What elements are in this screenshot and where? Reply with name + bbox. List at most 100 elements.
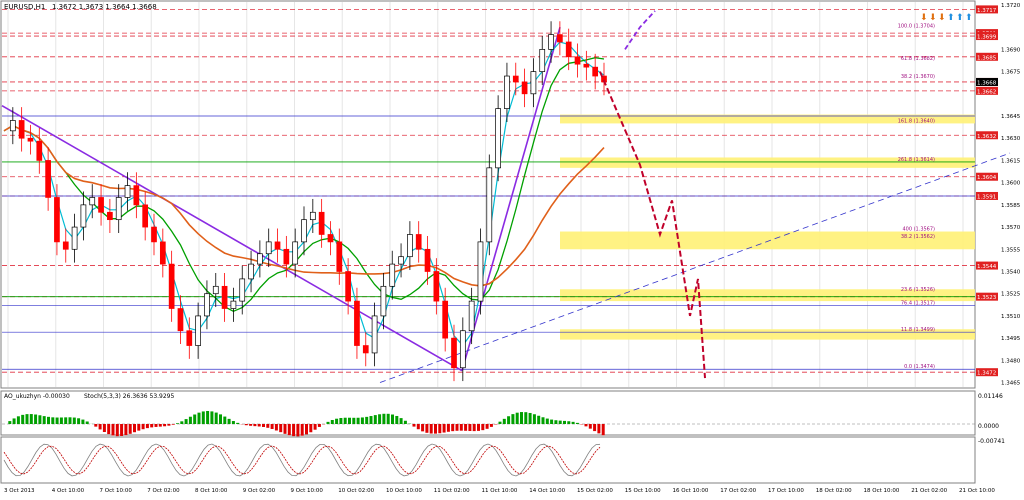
ao-bar: [47, 417, 50, 424]
ao-bar: [503, 419, 506, 424]
ao-bar: [447, 424, 450, 432]
ao-bar: [301, 424, 304, 436]
candle-body: [443, 301, 448, 338]
ao-bar: [56, 418, 59, 424]
ao-bar: [533, 414, 536, 424]
candle-body: [46, 160, 51, 197]
fib-label: 261.8 (1.3614): [898, 157, 935, 163]
ao-bar: [339, 418, 342, 424]
price-scale-label: 1.3630: [1001, 136, 1021, 142]
ao-bar: [516, 413, 519, 424]
ao-bar: [344, 418, 347, 424]
ao-bar: [167, 424, 170, 426]
candle-body: [522, 82, 527, 94]
time-tick-label: 3 Oct 2013: [4, 488, 35, 494]
ao-bar: [438, 424, 441, 433]
ao-bar: [266, 424, 269, 428]
ao-bar: [21, 415, 24, 424]
ao-bar: [189, 417, 192, 424]
candle-body: [116, 197, 121, 219]
time-tick-label: 21 Oct 02:00: [911, 488, 947, 494]
candle-body: [363, 346, 368, 353]
svg-text:⬇: ⬇: [929, 13, 937, 23]
ao-bar: [64, 417, 67, 424]
candle-body: [169, 264, 174, 308]
price-scale-label: 1.3465: [1001, 381, 1021, 387]
ao-bar: [253, 424, 256, 426]
time-tick-label: 11 Oct 10:00: [482, 488, 518, 494]
time-tick-label: 17 Oct 10:00: [768, 488, 804, 494]
ao-bar: [86, 421, 89, 424]
candle-body: [540, 49, 545, 71]
time-tick-label: 9 Oct 10:00: [291, 488, 324, 494]
price-level-label: 1.3544: [977, 264, 997, 270]
ao-bar: [374, 415, 377, 424]
ao-bar: [232, 421, 235, 424]
ao-bar: [219, 414, 222, 424]
fib-label: 38.2 (1.3562): [901, 234, 935, 240]
fib-label: 38.2 (1.3670): [901, 74, 935, 80]
ao-bar: [511, 414, 514, 424]
time-axis-layer: 3 Oct 20134 Oct 10:007 Oct 10:007 Oct 02…: [4, 488, 995, 494]
candle-body: [328, 234, 333, 241]
ao-bar: [602, 424, 605, 435]
ao-bar: [331, 420, 334, 424]
ao-bar: [443, 424, 446, 433]
candle-body: [319, 212, 324, 234]
price-scale-label: 1.3570: [1001, 225, 1021, 231]
ao-bar: [550, 420, 553, 424]
candle-body: [496, 109, 501, 168]
ao-bar: [107, 424, 110, 434]
chart-svg: 100.0 (1.3704)61.8 (1.3682)38.2 (1.3670)…: [0, 0, 1024, 496]
ao-bar: [223, 417, 226, 424]
candle-body: [125, 186, 130, 198]
ao-bar: [597, 424, 600, 433]
trading-chart[interactable]: 100.0 (1.3704)61.8 (1.3682)38.2 (1.3670)…: [0, 0, 1024, 496]
fib-label: 23.6 (1.3526): [901, 287, 935, 293]
time-tick-label: 15 Oct 02:00: [577, 488, 613, 494]
candle-body: [487, 168, 492, 242]
candle-body: [240, 279, 245, 301]
ao-bar: [17, 416, 20, 424]
ao-bar: [352, 418, 355, 424]
candle-body: [434, 272, 439, 302]
ao-bar: [451, 424, 454, 431]
ao-bar: [81, 420, 84, 424]
ao-scale-top: 0.01146: [978, 393, 1003, 400]
ao-bar: [554, 420, 557, 424]
time-tick-label: 15 Oct 10:00: [625, 488, 661, 494]
ao-bar: [593, 424, 596, 431]
candle-body: [513, 76, 518, 82]
ao-bar: [279, 424, 282, 432]
ao-bar: [116, 424, 119, 436]
ao-bar: [34, 415, 37, 424]
price-scale-label: 1.3720: [1001, 3, 1021, 9]
fib-label: 11.8 (1.3499): [901, 327, 935, 333]
ao-bar: [400, 418, 403, 424]
price-scale-label: 1.3585: [1001, 203, 1021, 209]
chart-ohlc: 1.3672 1.3673 1.3664 1.3668: [52, 3, 157, 11]
candle-body: [346, 272, 351, 302]
candle-body: [593, 67, 598, 76]
candle-body: [337, 242, 342, 272]
ao-bar: [529, 413, 532, 424]
ao-bar: [314, 424, 317, 430]
price-scale-label: 1.3600: [1001, 181, 1021, 187]
candle-body: [469, 301, 474, 331]
candle-body: [107, 212, 112, 219]
ao-bar: [51, 417, 54, 424]
ao-bar: [180, 421, 183, 424]
ao-bar: [292, 424, 295, 436]
time-tick-label: 9 Oct 02:00: [243, 488, 276, 494]
ao-bar: [335, 419, 338, 424]
ao-bar: [94, 424, 97, 427]
ao-bar: [13, 418, 16, 424]
ao-bar: [537, 416, 540, 424]
ao-bar: [464, 424, 467, 431]
candle-body: [381, 286, 386, 316]
ao-bar: [43, 416, 46, 424]
time-tick-label: 4 Oct 10:00: [52, 488, 85, 494]
candle-body: [222, 286, 227, 308]
candle-body: [99, 197, 104, 212]
candle-body: [143, 205, 148, 227]
